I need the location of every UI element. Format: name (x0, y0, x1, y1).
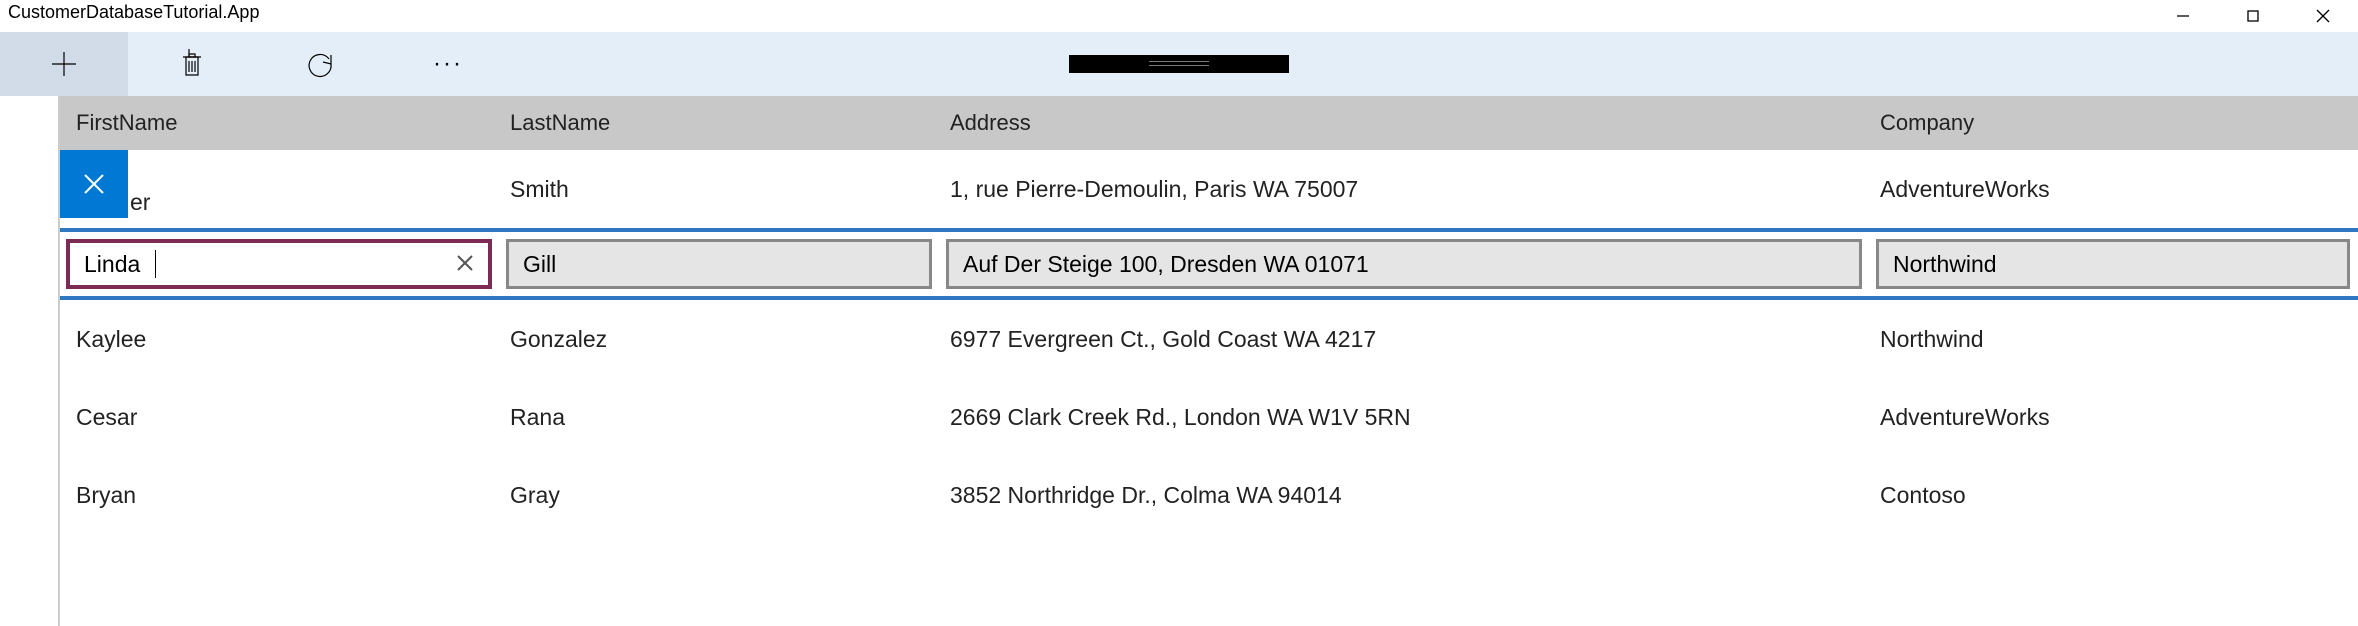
edit-cell-lastname (500, 232, 940, 296)
cell-company: AdventureWorks (1870, 404, 2358, 431)
edit-cell-address (940, 232, 1870, 296)
table-row[interactable]: Kaylee Gonzalez 6977 Evergreen Ct., Gold… (60, 300, 2358, 378)
minimize-button[interactable] (2148, 0, 2218, 32)
more-button[interactable]: ··· (384, 32, 512, 96)
cell-firstname: Bryan (60, 482, 500, 509)
refresh-icon (305, 49, 335, 79)
cell-firstname-obscured: er (130, 189, 150, 216)
edit-row (60, 228, 2358, 300)
cell-company: Contoso (1870, 482, 2358, 509)
cell-company: Northwind (1870, 326, 2358, 353)
titlebar: CustomerDatabaseTutorial.App (0, 0, 2358, 32)
trash-icon (177, 49, 207, 79)
plus-icon (49, 49, 79, 79)
header-firstname[interactable]: FirstName (60, 110, 500, 136)
address-input[interactable] (963, 251, 1845, 278)
refresh-button[interactable] (256, 32, 384, 96)
left-gutter (0, 96, 60, 626)
clear-input-button[interactable] (456, 251, 474, 278)
close-button[interactable] (2288, 0, 2358, 32)
cell-address: 3852 Northridge Dr., Colma WA 94014 (940, 482, 1870, 509)
cell-firstname: Kaylee (60, 326, 500, 353)
close-icon (456, 254, 474, 272)
firstname-input[interactable] (84, 251, 154, 278)
close-icon (82, 172, 106, 196)
customer-grid: FirstName LastName Address Company er Sm… (60, 96, 2358, 626)
header-lastname[interactable]: LastName (500, 110, 940, 136)
cell-firstname: Cesar (60, 404, 500, 431)
grid-header-row: FirstName LastName Address Company (60, 96, 2358, 150)
header-address[interactable]: Address (940, 110, 1870, 136)
cancel-edit-button[interactable] (60, 150, 128, 218)
text-caret (155, 250, 156, 278)
cell-lastname: Gonzalez (500, 326, 940, 353)
table-row[interactable]: Bryan Gray 3852 Northridge Dr., Colma WA… (60, 456, 2358, 534)
cell-lastname: Gray (500, 482, 940, 509)
add-button[interactable] (0, 32, 128, 96)
drag-handle[interactable] (1069, 55, 1289, 73)
edit-cell-company (1870, 232, 2358, 296)
cell-address: 2669 Clark Creek Rd., London WA W1V 5RN (940, 404, 1870, 431)
table-row[interactable]: Cesar Rana 2669 Clark Creek Rd., London … (60, 378, 2358, 456)
cell-address: 6977 Evergreen Ct., Gold Coast WA 4217 (940, 326, 1870, 353)
table-row[interactable]: er Smith 1, rue Pierre-Demoulin, Paris W… (60, 150, 2358, 228)
edit-cell-firstname (60, 232, 500, 296)
maximize-button[interactable] (2218, 0, 2288, 32)
command-bar: ··· (0, 32, 2358, 96)
window-title: CustomerDatabaseTutorial.App (0, 0, 267, 25)
company-input[interactable] (1893, 251, 2333, 278)
delete-button[interactable] (128, 32, 256, 96)
cell-lastname: Smith (500, 176, 940, 203)
cell-company: AdventureWorks (1870, 176, 2358, 203)
window-controls (2148, 0, 2358, 32)
cell-address: 1, rue Pierre-Demoulin, Paris WA 75007 (940, 176, 1870, 203)
cell-lastname: Rana (500, 404, 940, 431)
lastname-input[interactable] (523, 251, 915, 278)
header-company[interactable]: Company (1870, 110, 2358, 136)
